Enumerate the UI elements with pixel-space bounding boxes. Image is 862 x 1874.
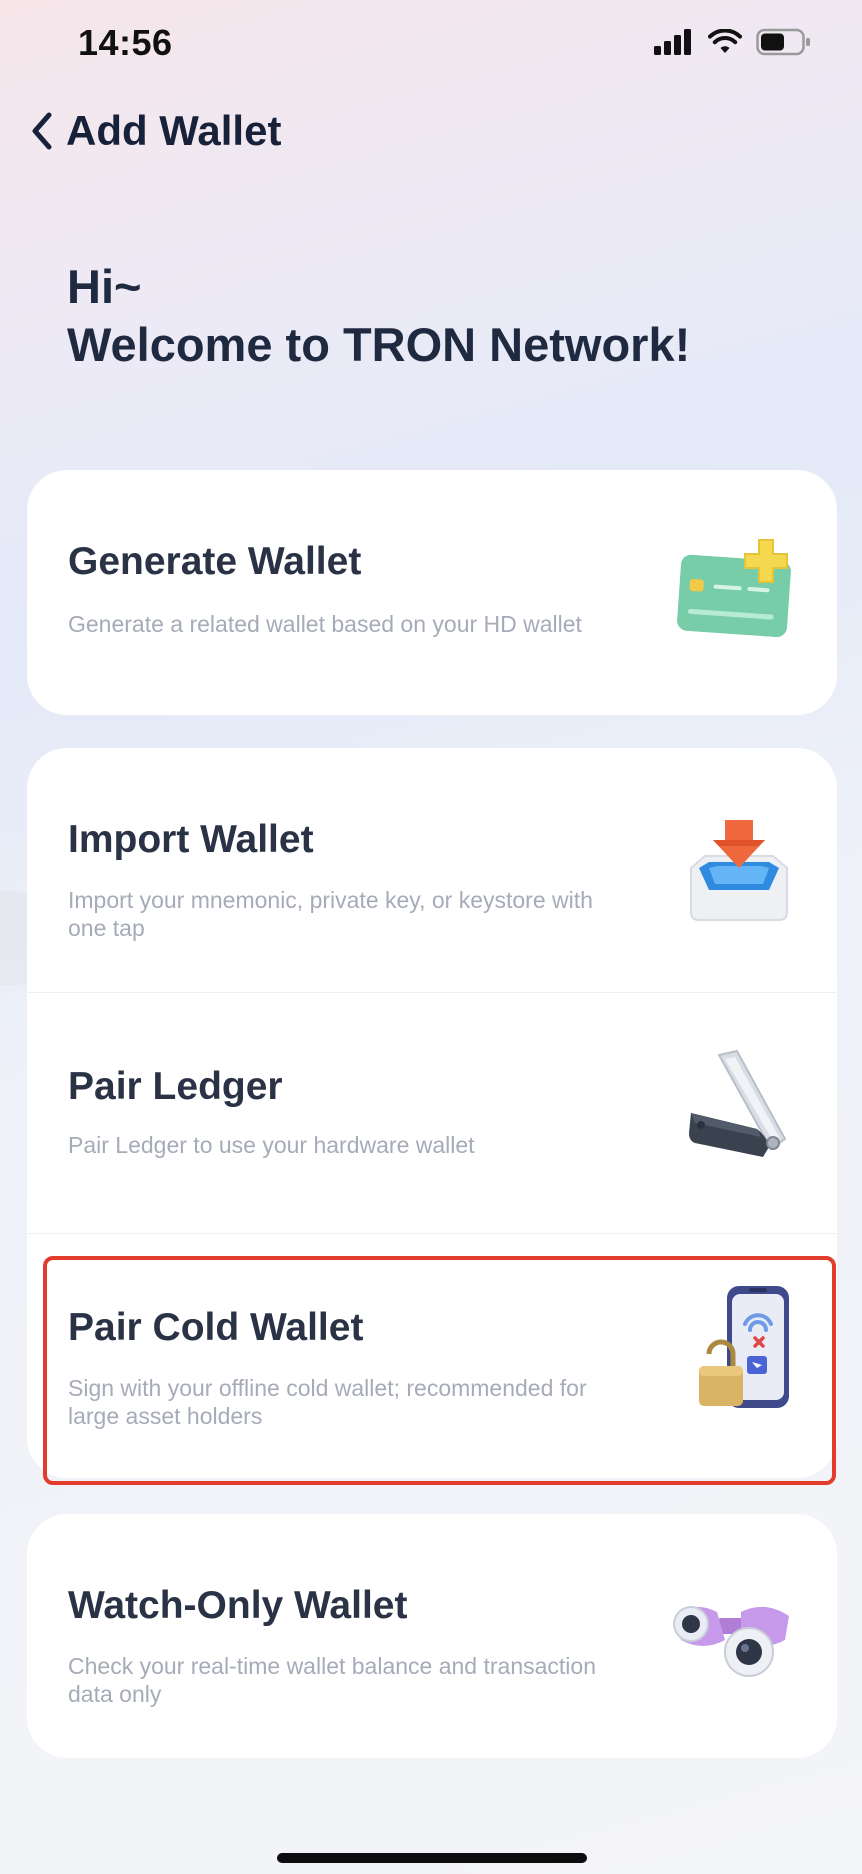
- pair-ledger-title: Pair Ledger: [68, 1065, 283, 1108]
- binoculars-icon: [673, 1606, 789, 1677]
- import-wallet-option[interactable]: Import Wallet Import your mnemonic, priv…: [27, 748, 837, 992]
- import-wallet-description: Import your mnemonic, private key, or ke…: [68, 887, 593, 941]
- nav-bar: Add Wallet: [0, 96, 862, 166]
- greeting-line-1: Hi~: [67, 260, 142, 313]
- home-indicator: [277, 1853, 587, 1863]
- chevron-left-icon: [32, 112, 52, 150]
- generate-wallet-option[interactable]: Generate Wallet Generate a related walle…: [27, 470, 837, 715]
- welcome-heading: Hi~ Welcome to TRON Network!: [67, 258, 690, 374]
- wifi-icon: [708, 29, 742, 53]
- import-wallet-title: Import Wallet: [68, 818, 314, 861]
- generate-wallet-card: Generate Wallet Generate a related walle…: [27, 470, 837, 715]
- selection-highlight-frame: [43, 1256, 836, 1485]
- page-title: Add Wallet: [66, 107, 282, 154]
- watch-only-wallet-title: Watch-Only Wallet: [68, 1584, 408, 1627]
- status-time: 14:56: [78, 22, 173, 63]
- battery-icon: [756, 28, 810, 56]
- generate-wallet-title: Generate Wallet: [68, 540, 362, 583]
- back-button[interactable]: [20, 104, 64, 158]
- greeting-line-2: Welcome to TRON Network!: [67, 318, 691, 371]
- status-bar: 14:56: [0, 0, 862, 90]
- pair-ledger-option[interactable]: Pair Ledger Pair Ledger to use your hard…: [27, 993, 837, 1233]
- generate-wallet-description: Generate a related wallet based on your …: [68, 611, 582, 637]
- status-icons: [654, 28, 812, 56]
- inbox-download-icon: [690, 820, 788, 921]
- card-plus-icon: [677, 539, 791, 638]
- watch-only-wallet-card: Watch-Only Wallet Check your real-time w…: [27, 1514, 837, 1758]
- cellular-signal-icon: [654, 29, 691, 55]
- pair-ledger-description: Pair Ledger to use your hardware wallet: [68, 1132, 475, 1158]
- watch-only-wallet-option[interactable]: Watch-Only Wallet Check your real-time w…: [27, 1514, 837, 1758]
- watch-only-wallet-description: Check your real-time wallet balance and …: [68, 1653, 596, 1707]
- ledger-device-icon: [689, 1049, 787, 1157]
